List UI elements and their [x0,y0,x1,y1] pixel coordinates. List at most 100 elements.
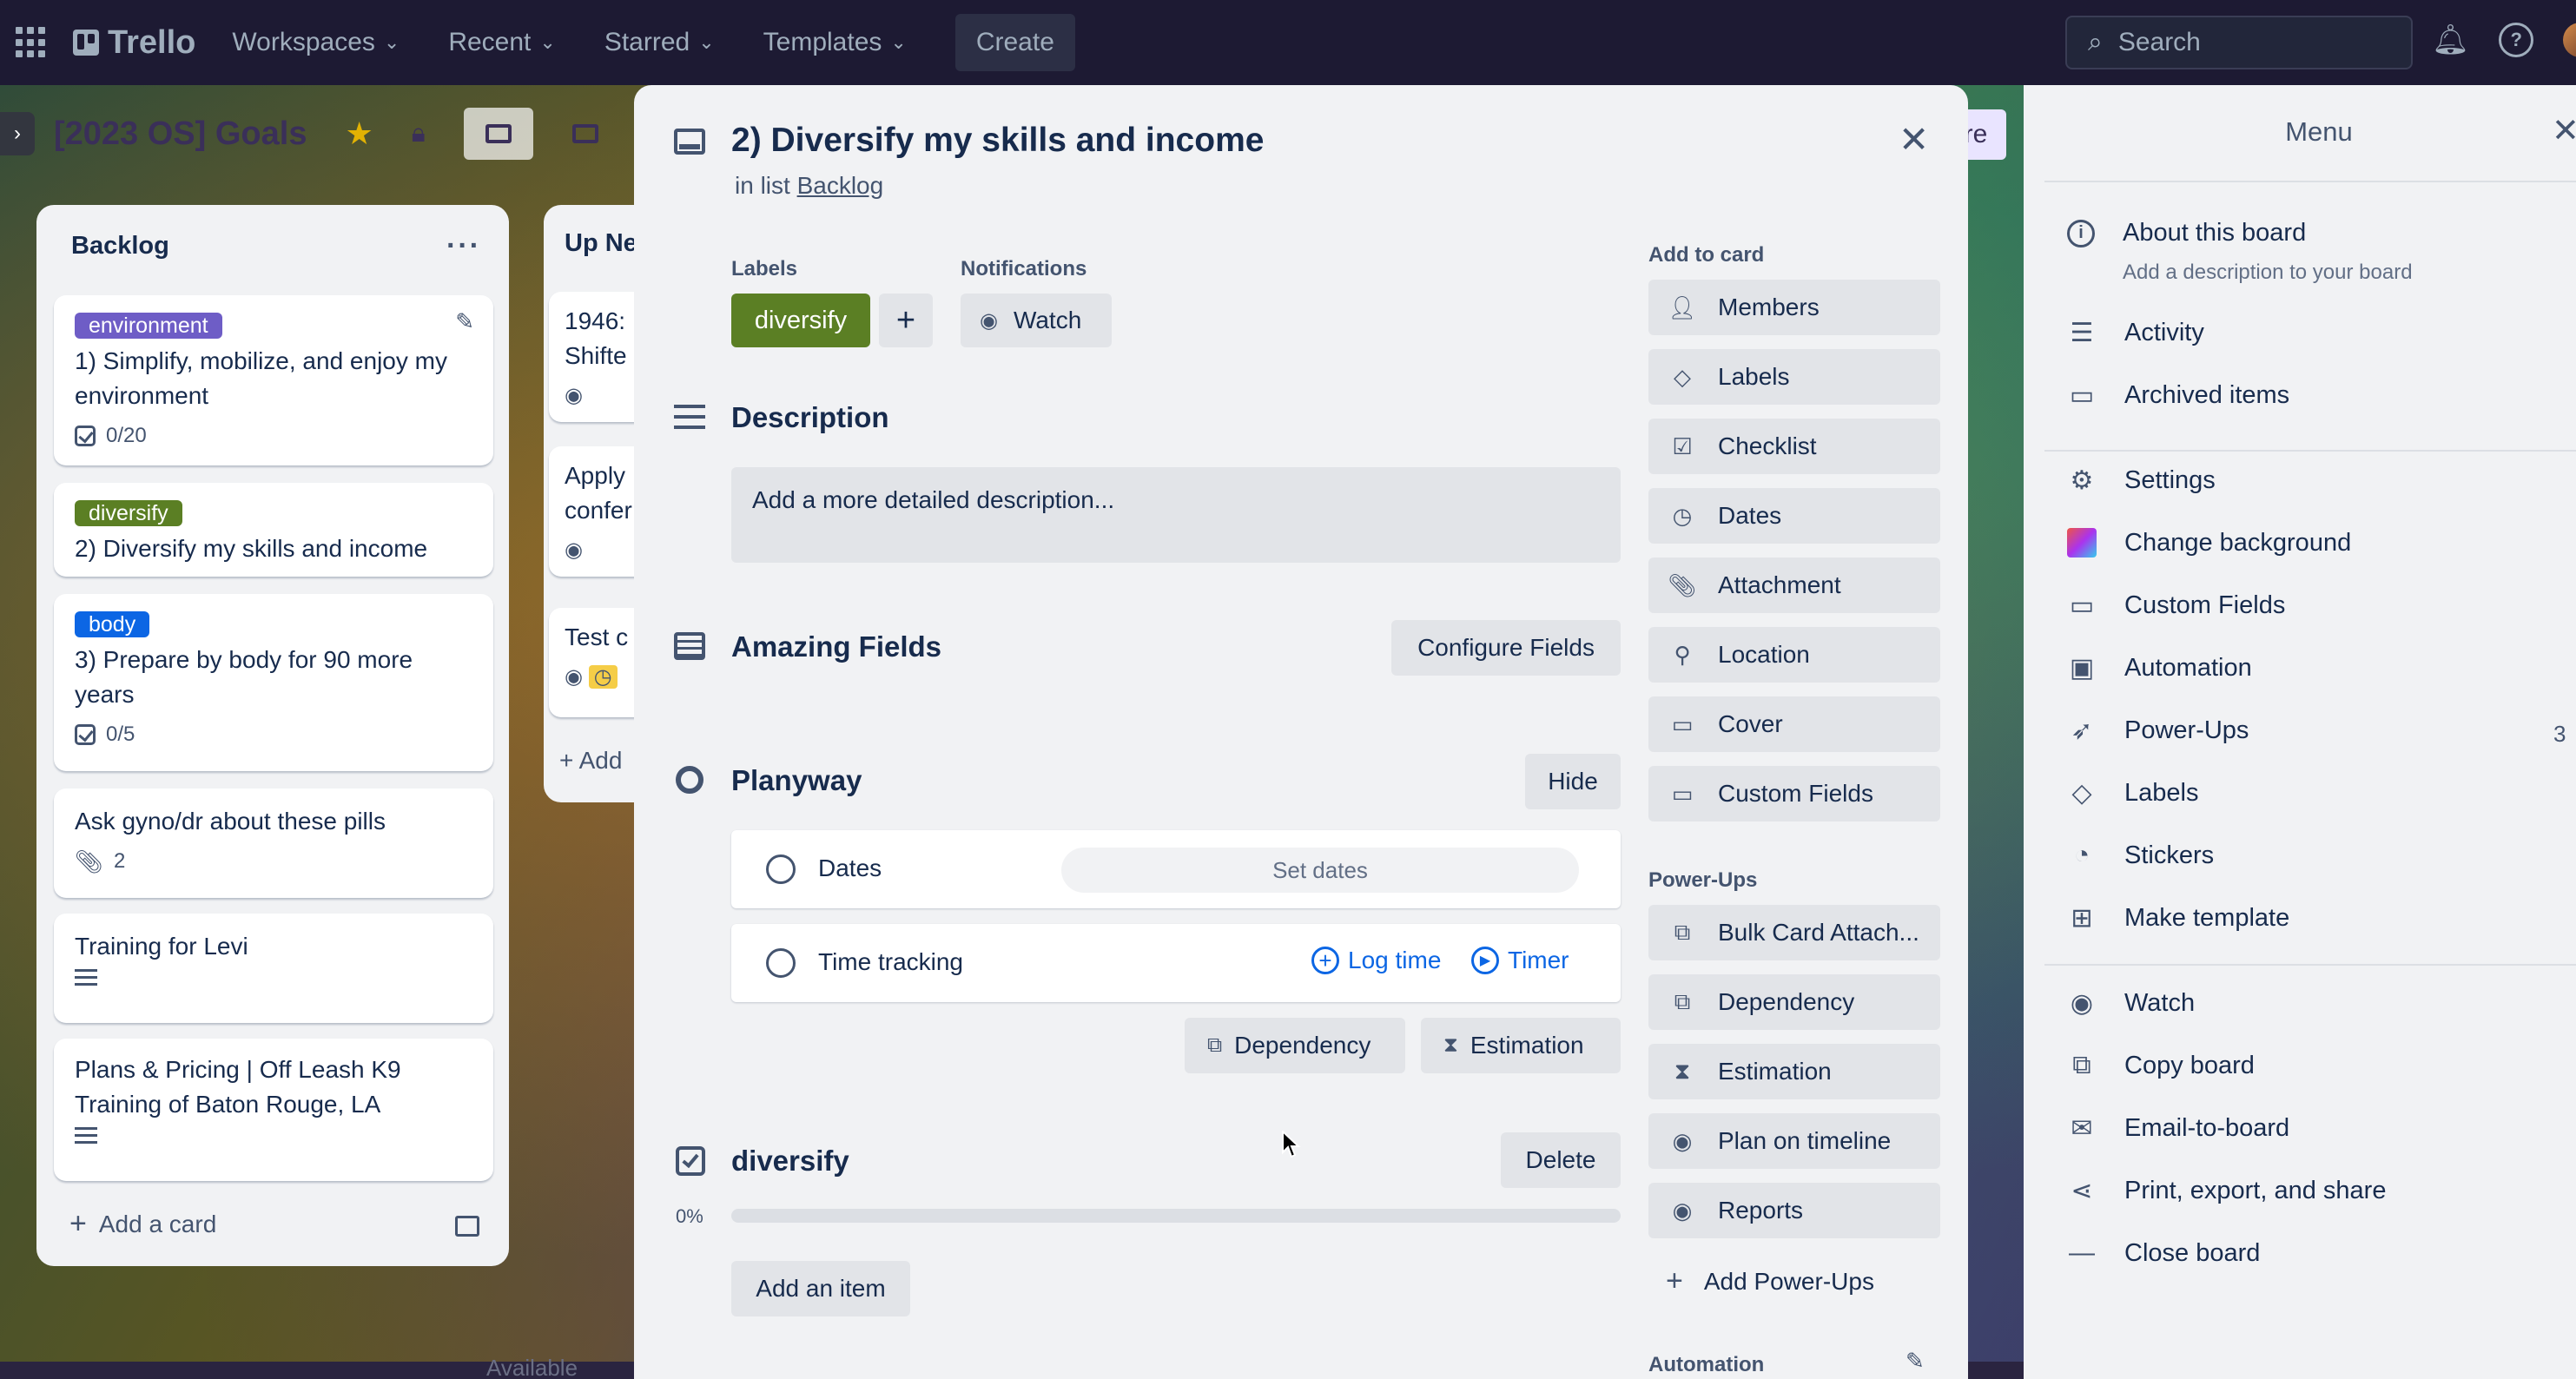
menu-item-power-ups[interactable]: ➶ Power-Ups [2067,716,2249,745]
description-input[interactable]: Add a more detailed description... [731,467,1621,563]
menu-item-custom-fields[interactable]: ▭ Custom Fields [2067,591,2286,620]
menu-item-about[interactable]: i About this board [2067,219,2306,247]
board-title[interactable]: [2023 OS] Goals [54,115,307,153]
close-icon[interactable]: ✕ [2552,111,2576,150]
menu-item-labels[interactable]: ◇ Labels [2067,778,2198,808]
board-view-button[interactable] [463,108,533,160]
workspaces-menu[interactable]: Workspaces ⌄ [232,28,420,57]
attachment-label: Attachment [1718,571,1841,598]
checklist-button[interactable]: ☑ Checklist [1648,419,1940,474]
custom-fields-icon: ▭ [2069,591,2095,620]
list-item[interactable]: body 3) Prepare by body for 90 more year… [54,594,493,771]
menu-item-make-template[interactable]: ⊞ Make template [2067,903,2289,933]
plus-icon: + [895,301,916,339]
list-item[interactable]: Plans & Pricing | Off Leash K9 Training … [54,1039,493,1181]
list-actions-icon[interactable]: ··· [446,229,481,263]
menu-item-activity[interactable]: ☰ Activity [2067,318,2204,347]
edit-pencil-icon[interactable]: ✎ [455,304,474,339]
reports-button[interactable]: ◉ Reports [1648,1183,1940,1238]
timer-button[interactable]: ▶ Timer [1471,947,1569,974]
templates-menu[interactable]: Templates ⌄ [763,28,928,57]
log-time-button[interactable]: + Log time [1311,947,1441,974]
menu-item-stickers[interactable]: ◔ Stickers [2067,841,2214,870]
checklist-count: 0/5 [106,722,135,746]
custom-fields-button[interactable]: ▭ Custom Fields [1648,766,1940,821]
add-item-button[interactable]: Add an item [731,1261,910,1316]
estimation-powerup-button[interactable]: ⧗ Estimation [1648,1044,1940,1099]
hide-button[interactable]: Hide [1525,754,1621,809]
table-view-button[interactable] [551,108,620,160]
chevron-down-icon: ⌄ [383,31,400,53]
menu-item-copy-board[interactable]: ⧉ Copy board [2067,1051,2255,1080]
plan-on-timeline-button[interactable]: ◉ Plan on timeline [1648,1113,1940,1169]
dependency-powerup-button[interactable]: ⧉ Dependency [1648,974,1940,1030]
watch-button[interactable]: ◉ Watch [961,294,1112,347]
add-label-button[interactable]: + [879,294,933,347]
add-card-button[interactable]: + Add [559,747,622,775]
divider [2044,181,2576,182]
add-card-button[interactable]: + Add a card [69,1207,216,1241]
divider [2044,964,2576,966]
list-link[interactable]: Backlog [797,172,884,199]
label-environment[interactable]: environment [75,313,222,339]
visibility-lock-icon[interactable]: 🔒︎ [412,119,426,148]
menu-item-close-board[interactable]: — Close board [2067,1238,2260,1268]
planyway-icon: ◉ [1672,1127,1693,1154]
eye-icon: ◉ [2070,988,2094,1018]
expand-sidebar-button[interactable]: › [0,112,35,155]
bulk-card-attach-button[interactable]: ⧉ Bulk Card Attach... [1648,905,1940,960]
menu-item-watch[interactable]: ◉ Watch [2067,988,2195,1018]
edit-pencil-icon[interactable]: ✎ [1906,1348,1925,1375]
delete-checklist-button[interactable]: Delete [1501,1132,1621,1188]
set-dates-button[interactable]: Set dates [1061,848,1579,893]
label-diversify[interactable]: diversify [75,500,182,526]
cover-button[interactable]: ▭ Cover [1648,696,1940,752]
app-switcher-icon[interactable] [16,27,47,58]
list-item[interactable]: diversify 2) Diversify my skills and inc… [54,483,493,577]
menu-item-settings[interactable]: ⚙ Settings [2067,465,2216,495]
menu-item-email-to-board[interactable]: ✉ Email-to-board [2067,1113,2289,1143]
list-item[interactable]: environment ✎ 1) Simplify, mobilize, and… [54,295,493,465]
card-title[interactable]: 2) Diversify my skills and income [731,122,1264,160]
help-icon[interactable]: ? [2499,23,2534,57]
menu-item-change-background[interactable]: Change background [2067,528,2351,558]
tag-icon: ◇ [2071,778,2092,808]
trello-logo[interactable]: Trello [73,24,195,62]
card-template-icon[interactable] [455,1216,479,1237]
menu-item-print-export-share[interactable]: ⋖ Print, export, and share [2067,1176,2386,1205]
checklist-title[interactable]: diversify [731,1145,849,1178]
recent-menu[interactable]: Recent ⌄ [448,28,577,57]
label-body[interactable]: body [75,611,150,637]
list-title[interactable]: Backlog [71,232,169,261]
configure-fields-button[interactable]: Configure Fields [1391,620,1621,676]
set-dates-label: Set dates [1272,856,1368,883]
planyway-icon: ◉ [1672,1197,1693,1224]
dependency-button[interactable]: ⧉ Dependency [1185,1018,1405,1073]
list-item[interactable]: Ask gyno/dr about these pills 📎︎ 2 [54,788,493,898]
notifications-icon[interactable]: 🔔︎ [2432,23,2469,57]
estimation-button[interactable]: ⧗ Estimation [1421,1018,1621,1073]
star-icon[interactable]: ★ [345,115,373,152]
add-power-ups-button[interactable]: + Add Power-Ups [1666,1264,1874,1298]
menu-item-archived[interactable]: ▭ Archived items [2067,380,2289,410]
avatar[interactable] [2563,23,2576,57]
create-button[interactable]: Create [954,14,1075,71]
close-icon[interactable]: ✕ [1899,118,1929,161]
chevron-down-icon: ⌄ [698,31,715,53]
menu-item-label: Watch [2124,988,2196,1017]
list-title[interactable]: Up Ne [565,229,637,258]
mouse-cursor [1282,1129,1301,1163]
members-button[interactable]: 👤︎ Members [1648,280,1940,335]
labels-button[interactable]: ◇ Labels [1648,349,1940,405]
location-button[interactable]: ⚲ Location [1648,627,1940,683]
search-input[interactable]: ⌕ Search [2065,16,2413,69]
menu-item-automation[interactable]: ▣ Automation [2067,653,2252,683]
dates-button[interactable]: ◷ Dates [1648,488,1940,544]
description-title: Description [731,401,889,433]
checklist-count: 0/20 [106,424,147,447]
label-diversify[interactable]: diversify [731,294,870,347]
list-item[interactable]: Training for Levi [54,914,493,1023]
starred-menu[interactable]: Starred ⌄ [604,28,736,57]
location-label: Location [1718,641,1810,668]
attachment-button[interactable]: 📎︎ Attachment [1648,558,1940,613]
